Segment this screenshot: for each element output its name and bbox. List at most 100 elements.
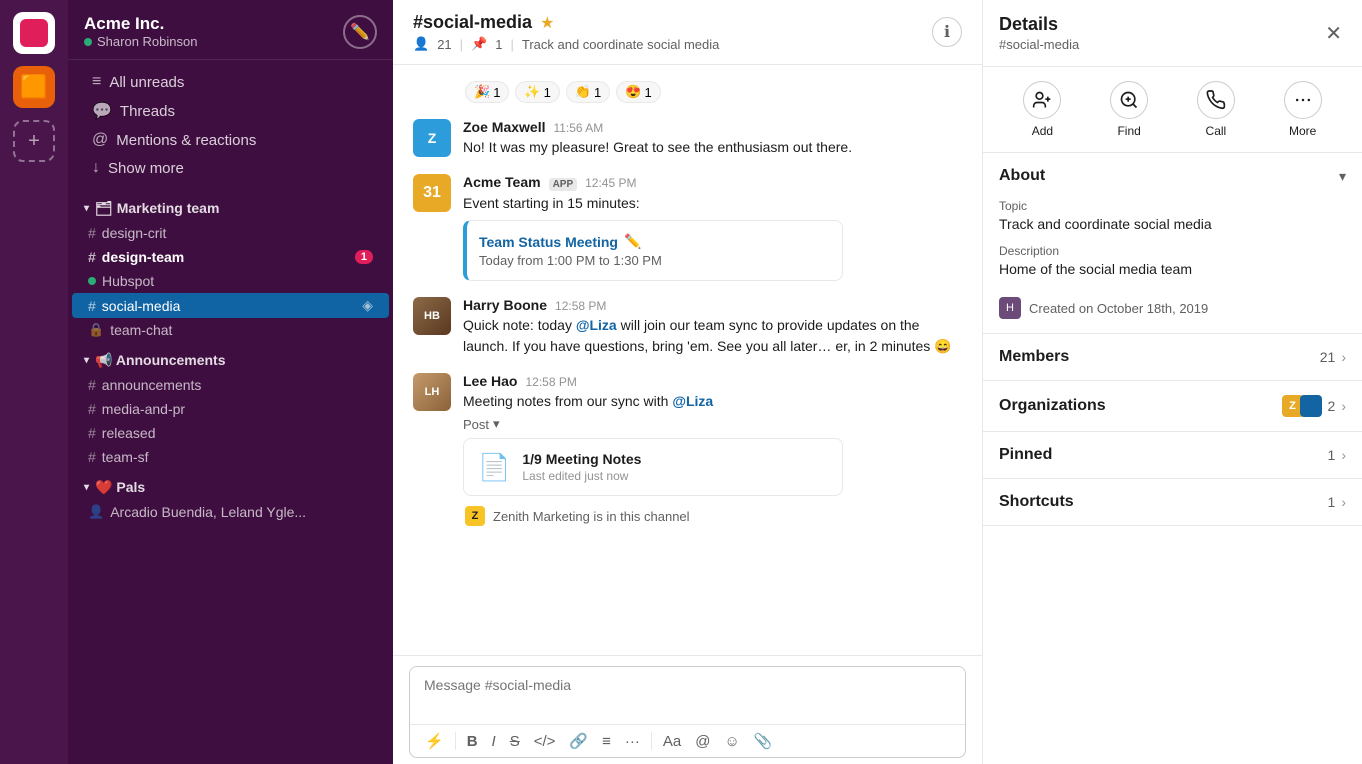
reaction-party[interactable]: 🎉1: [465, 81, 509, 103]
org-badge-2: [1300, 395, 1322, 417]
message-row: HB Harry Boone 12:58 PM Quick note: toda…: [413, 293, 962, 361]
members-row[interactable]: Members 21 ›: [983, 334, 1362, 381]
lock-icon: 🔒: [88, 322, 104, 338]
message-input[interactable]: [410, 667, 965, 719]
hash-icon: #: [88, 401, 96, 417]
chevron-right-icon: ›: [1341, 349, 1346, 365]
team-icon[interactable]: 🟧: [13, 66, 55, 108]
nav-threads[interactable]: 💬 Threads: [76, 96, 385, 126]
mention-button[interactable]: @: [690, 730, 715, 753]
channel-released[interactable]: # released: [72, 421, 389, 445]
post-card[interactable]: 📄 1/9 Meeting Notes Last edited just now: [463, 438, 843, 496]
bold-button[interactable]: B: [462, 730, 483, 753]
channel-design-crit[interactable]: # design-crit: [72, 221, 389, 245]
topic-label: Topic: [999, 199, 1346, 213]
more-label: More: [1289, 124, 1316, 138]
code-button[interactable]: </>: [529, 730, 561, 753]
message-row: Z Zoe Maxwell 11:56 AM No! It was my ple…: [413, 115, 962, 162]
chevron-down-icon: ▾: [1339, 168, 1346, 185]
workspace-icon[interactable]: [13, 12, 55, 54]
message-content: Harry Boone 12:58 PM Quick note: today @…: [463, 297, 962, 357]
reaction-heart-eyes[interactable]: 😍1: [616, 81, 660, 103]
find-action[interactable]: Find: [1110, 81, 1148, 138]
section-marketing[interactable]: ▾ 🗂 Marketing team: [68, 190, 393, 221]
italic-button[interactable]: I: [487, 730, 501, 753]
dm-arcadio[interactable]: 👤 Arcadio Buendia, Leland Ygle...: [72, 500, 389, 524]
channel-media-and-pr[interactable]: # media-and-pr: [72, 397, 389, 421]
nav-mentions[interactable]: @ Mentions & reactions: [76, 126, 385, 154]
online-indicator: [84, 38, 92, 46]
reaction-sparkle[interactable]: ✨1: [515, 81, 559, 103]
meeting-title: Team Status Meeting ✏️: [479, 233, 830, 250]
about-title: About: [999, 167, 1045, 185]
shortcuts-row[interactable]: Shortcuts 1 ›: [983, 479, 1362, 526]
nav-all-unreads[interactable]: ≡ All unreads: [76, 68, 385, 96]
channel-social-media[interactable]: # social-media ◈: [72, 293, 389, 318]
topic-value: Track and coordinate social media: [999, 216, 1346, 232]
text-style-button[interactable]: Aa: [658, 730, 686, 753]
compose-button[interactable]: ✏️: [343, 15, 377, 49]
nav-label: Mentions & reactions: [116, 132, 256, 149]
channel-label: team-chat: [110, 322, 172, 338]
hamburger-icon: ≡: [92, 73, 101, 91]
organizations-row[interactable]: Organizations Z 2 ›: [983, 381, 1362, 432]
channel-team-sf[interactable]: # team-sf: [72, 445, 389, 469]
pinned-row[interactable]: Pinned 1 ›: [983, 432, 1362, 479]
user-status: Sharon Robinson: [84, 34, 197, 49]
lightning-button[interactable]: ⚡: [420, 729, 449, 753]
section-announcements[interactable]: ▾ 📢 Announcements: [68, 342, 393, 373]
messages-area: 🎉1 ✨1 👏1 😍1 Z Zoe Maxwell 11:56 AM No! I…: [393, 65, 982, 655]
link-button[interactable]: 🔗: [564, 729, 593, 753]
channel-label: design-crit: [102, 225, 167, 241]
strikethrough-button[interactable]: S: [505, 730, 525, 753]
about-section: About ▾ Topic Track and coordinate socia…: [983, 153, 1362, 334]
close-button[interactable]: ✕: [1321, 17, 1346, 50]
call-action[interactable]: Call: [1197, 81, 1235, 138]
dropdown-icon[interactable]: ▾: [493, 416, 500, 432]
channel-design-team[interactable]: # design-team 1: [72, 245, 389, 269]
star-icon[interactable]: ★: [540, 13, 554, 33]
section-pals[interactable]: ▾ ❤️ Pals: [68, 469, 393, 500]
shortcuts-count: 1: [1328, 494, 1336, 510]
info-button[interactable]: ℹ: [932, 17, 962, 47]
workspace-name[interactable]: Acme Inc.: [84, 14, 197, 34]
arrow-icon: ▾: [84, 355, 89, 366]
pinned-count: 1: [1328, 447, 1336, 463]
description-label: Description: [999, 244, 1346, 258]
section-label: 📢 Announcements: [95, 352, 225, 369]
post-subtitle: Last edited just now: [522, 469, 641, 483]
channel-announcements[interactable]: # announcements: [72, 373, 389, 397]
topic-field: Topic Track and coordinate social media: [999, 199, 1346, 232]
about-content: Topic Track and coordinate social media …: [983, 199, 1362, 333]
emoji-button[interactable]: ☺: [719, 730, 744, 753]
system-text: Zenith Marketing is in this channel: [493, 509, 690, 524]
section-label: ❤️ Pals: [95, 479, 145, 496]
meeting-card[interactable]: Team Status Meeting ✏️ Today from 1:00 P…: [463, 220, 843, 281]
hash-icon: #: [88, 449, 96, 465]
input-toolbar: ⚡ B I S </> 🔗 ≡ ··· Aa @ ☺ 📎: [410, 724, 965, 757]
add-workspace-button[interactable]: +: [13, 120, 55, 162]
system-message: Z Zenith Marketing is in this channel: [413, 500, 962, 532]
channel-label: team-sf: [102, 449, 149, 465]
about-toggle[interactable]: About ▾: [983, 153, 1362, 199]
more-formatting-button[interactable]: ···: [620, 730, 645, 753]
message-content: Acme Team APP 12:45 PM Event starting in…: [463, 174, 962, 281]
add-people-action[interactable]: Add: [1023, 81, 1061, 138]
attach-button[interactable]: 📎: [749, 729, 778, 753]
channel-label: media-and-pr: [102, 401, 185, 417]
nav-show-more[interactable]: ↓ Show more: [76, 154, 385, 182]
message-text: Quick note: today @Liza will join our te…: [463, 315, 962, 357]
avatar: HB: [413, 297, 451, 335]
channel-team-chat[interactable]: 🔒 team-chat: [72, 318, 389, 342]
more-action[interactable]: More: [1284, 81, 1322, 138]
reaction-clap[interactable]: 👏1: [566, 81, 610, 103]
list-button[interactable]: ≡: [597, 730, 616, 753]
at-icon: @: [92, 131, 108, 149]
find-icon: [1110, 81, 1148, 119]
arrow-icon: ▾: [84, 203, 89, 214]
details-title: Details: [999, 14, 1079, 35]
app-badge: APP: [549, 178, 578, 191]
workspace-info: Acme Inc. Sharon Robinson: [84, 14, 197, 49]
channel-hubspot[interactable]: Hubspot: [72, 269, 389, 293]
channel-title-row: #social-media ★: [413, 12, 719, 33]
